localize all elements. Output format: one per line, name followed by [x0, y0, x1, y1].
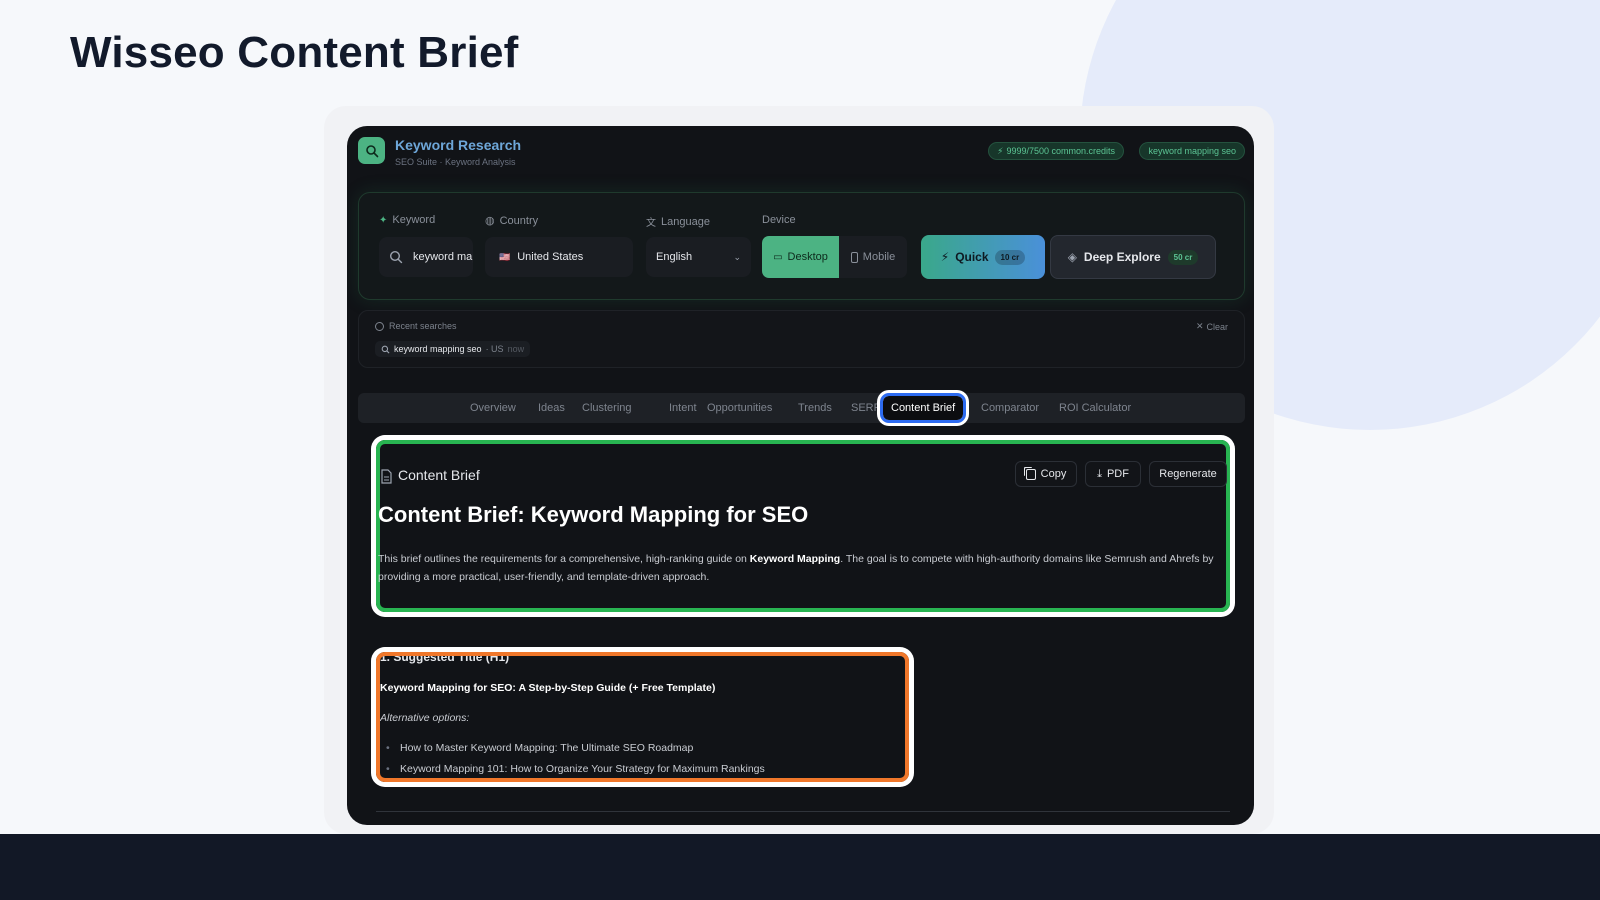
keyword-label: ✦ Keyword [379, 214, 436, 226]
close-icon: ✕ [1195, 321, 1204, 331]
app-subtitle: SEO Suite · Keyword Analysis [395, 157, 516, 167]
tab-trends[interactable]: Trends [798, 393, 832, 423]
regenerate-button[interactable]: Regenerate [1149, 461, 1227, 487]
country-label: ◍ Country [485, 214, 539, 228]
alternative-options-label: Alternative options: [380, 712, 470, 724]
footer-band [0, 834, 1600, 900]
translate-icon: 文 [646, 218, 656, 229]
language-value: English [656, 251, 693, 263]
app-window: Keyword Research SEO Suite · Keyword Ana… [347, 126, 1254, 825]
device-desktop-button[interactable]: ▭ Desktop [762, 236, 839, 278]
monitor-icon: ▭ [773, 251, 783, 263]
tab-serp[interactable]: SERP [851, 393, 881, 423]
tab-roi-calculator[interactable]: ROI Calculator [1059, 393, 1131, 423]
tab-comparator[interactable]: Comparator [981, 393, 1039, 423]
copy-icon [1025, 468, 1036, 480]
recent-search-chip[interactable]: keyword mapping seo · US now [375, 341, 531, 357]
copy-button[interactable]: Copy [1015, 461, 1077, 487]
quick-search-button[interactable]: ⚡ Quick 10 cr [921, 235, 1045, 279]
section-heading: 1. Suggested Title (H1) [380, 652, 510, 664]
phone-icon [850, 251, 858, 263]
brief-intro-keyword: Keyword Mapping [749, 553, 841, 565]
bolt-icon: ⚡ [940, 250, 950, 264]
search-logo-icon [358, 137, 385, 164]
bolt-icon: ⚡ [997, 145, 1004, 156]
credits-text: 9999/7500 common.credits [1006, 146, 1115, 156]
content-brief-header: Content Brief [398, 467, 480, 483]
layers-icon: ◈ [1067, 250, 1077, 264]
deep-cost-badge: 50 cr [1167, 249, 1199, 265]
deep-explore-button[interactable]: ◈ Deep Explore 50 cr [1050, 235, 1216, 279]
alternative-option: Keyword Mapping 101: How to Organize You… [386, 763, 765, 775]
language-select[interactable]: English ⌄ [646, 237, 751, 277]
device-mobile-button[interactable]: Mobile [839, 236, 907, 278]
tab-intent[interactable]: Intent [669, 393, 697, 423]
content-divider [376, 811, 1230, 812]
quick-cost-badge: 10 cr [994, 249, 1026, 265]
download-icon: ⤓ [1097, 467, 1102, 480]
country-select[interactable]: 🇺🇸 United States [485, 237, 633, 277]
clock-icon [375, 321, 384, 331]
country-value: United States [517, 251, 584, 263]
brief-intro: This brief outlines the requirements for… [378, 553, 1214, 583]
sparkle-icon: ✦ [379, 214, 388, 226]
tab-clustering[interactable]: Clustering [582, 393, 632, 423]
keyword-badge: keyword mapping seo [1139, 142, 1245, 160]
recent-searches-label: Recent searches [375, 321, 457, 331]
device-label: Device [762, 214, 796, 226]
suggested-main-title: Keyword Mapping for SEO: A Step-by-Step … [380, 682, 716, 694]
chevron-down-icon: ⌄ [733, 251, 741, 262]
pdf-button[interactable]: ⤓ PDF [1085, 461, 1141, 487]
search-icon [381, 345, 390, 353]
recent-keyword: keyword mapping seo [394, 344, 482, 354]
language-label: 文 Language [646, 215, 710, 230]
document-icon [381, 469, 392, 484]
tab-ideas[interactable]: Ideas [538, 393, 565, 423]
tab-content-brief[interactable]: Content Brief [879, 393, 967, 423]
slide-title: Wisseo Content Brief [70, 28, 519, 77]
brief-title: Content Brief: Keyword Mapping for SEO [378, 502, 809, 527]
clear-recent-button[interactable]: ✕ Clear [1196, 321, 1228, 332]
keyword-input[interactable]: keyword mapping seo [379, 237, 473, 277]
alternative-option: How to Master Keyword Mapping: The Ultim… [386, 742, 693, 754]
search-panel: ✦ Keyword keyword mapping seo ◍ Country … [358, 192, 1245, 300]
credits-badge: ⚡ 9999/7500 common.credits [988, 142, 1124, 160]
tab-bar: Overview Ideas Clustering Intent Opportu… [358, 393, 1245, 423]
recent-country: · US [485, 344, 504, 354]
globe-icon: ◍ [485, 215, 495, 227]
tab-opportunities[interactable]: Opportunities [707, 393, 772, 423]
keyword-input-value: keyword mapping seo [413, 251, 473, 263]
suggested-title-highlight-box: 1. Suggested Title (H1) Keyword Mapping … [376, 652, 909, 782]
us-flag-icon: 🇺🇸 [499, 251, 511, 262]
search-icon [389, 250, 403, 264]
app-title: Keyword Research [395, 137, 522, 153]
tab-overview[interactable]: Overview [470, 393, 516, 423]
recent-time: now [507, 344, 525, 354]
recent-searches-panel: Recent searches ✕ Clear keyword mapping … [358, 310, 1245, 368]
